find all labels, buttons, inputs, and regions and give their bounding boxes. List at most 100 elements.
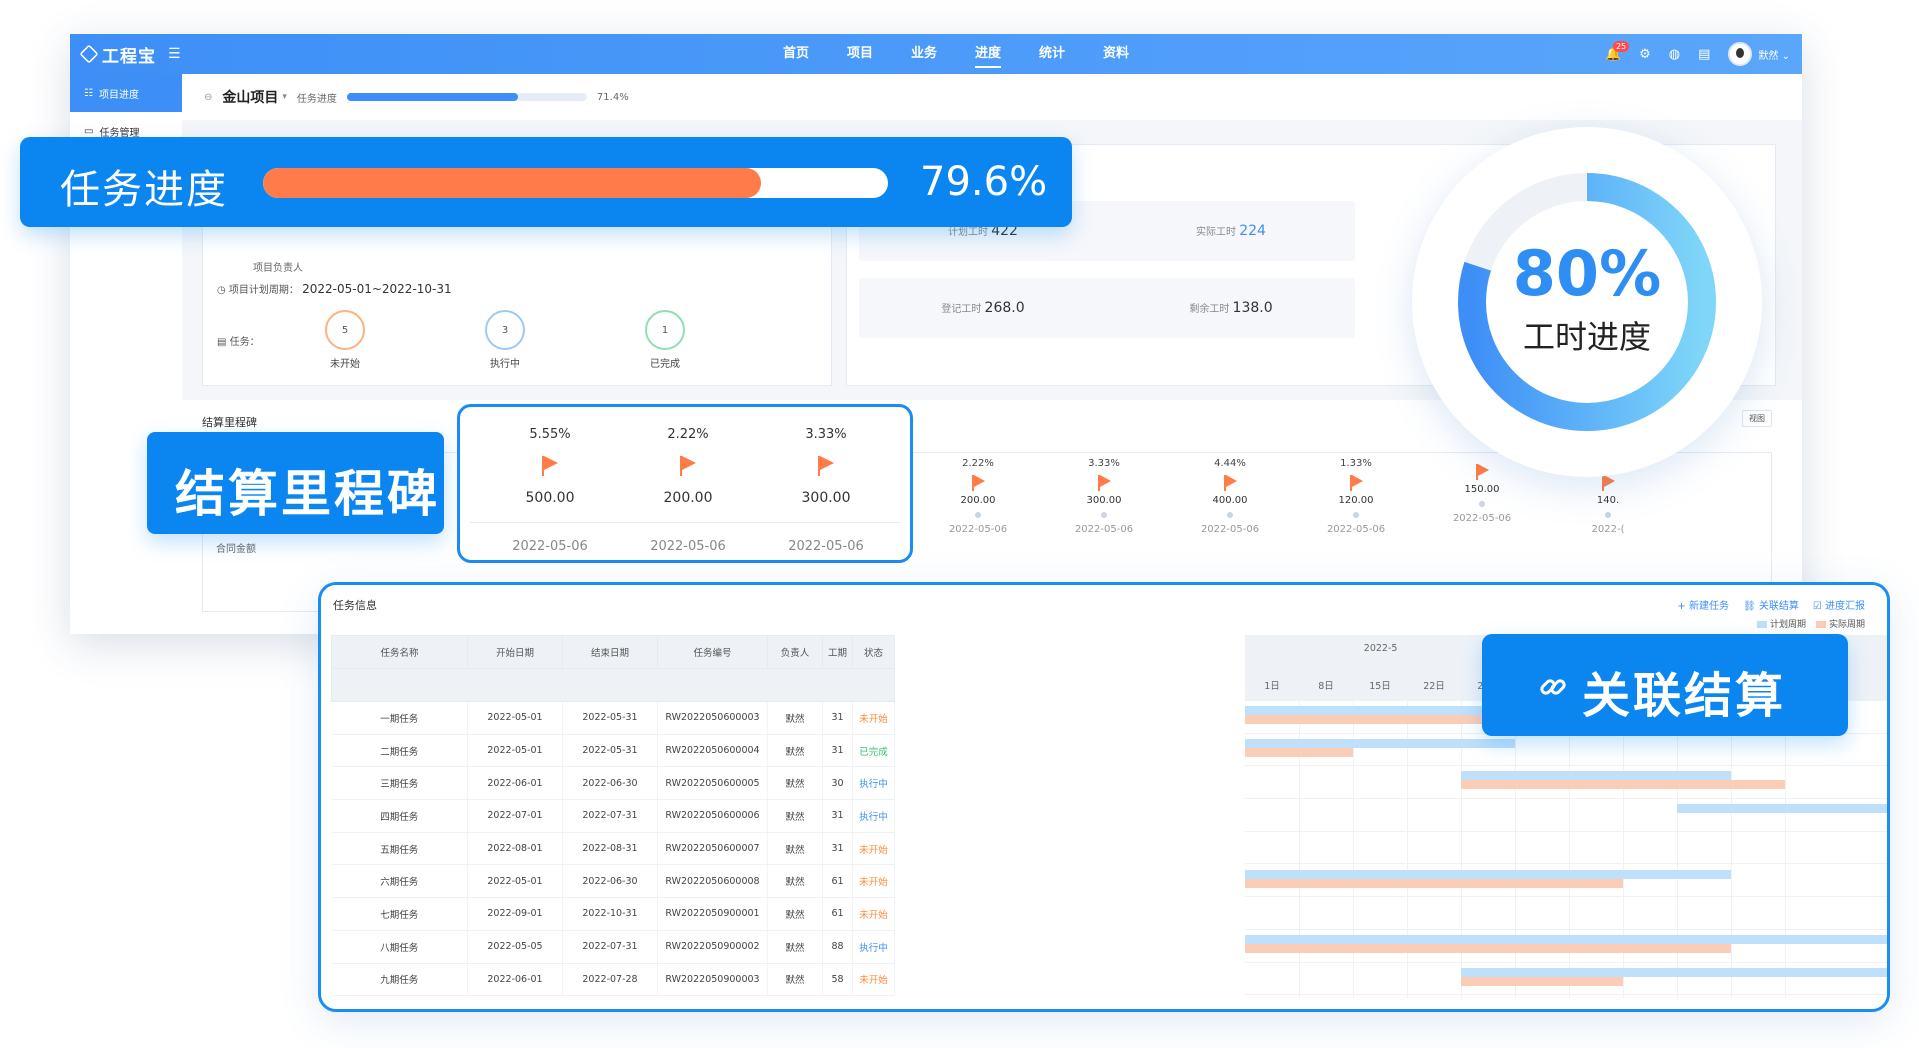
- main-nav: 首页 项目 业务 进度 统计 资料: [70, 34, 1802, 74]
- gantt-actual-bar[interactable]: [1461, 780, 1785, 790]
- project-title[interactable]: 金山项目: [222, 87, 278, 107]
- table-cell: RW2022050900001: [657, 897, 768, 931]
- nav-item-project[interactable]: 项目: [847, 34, 873, 74]
- table-cell: 2022-08-01: [467, 832, 563, 866]
- in-progress-label: 执行中: [490, 359, 520, 370]
- gantt-plan-bar[interactable]: [1677, 804, 1887, 814]
- not-started-count[interactable]: 5: [325, 310, 365, 350]
- gantt-plan-bar[interactable]: [1461, 771, 1731, 781]
- avatar[interactable]: [1728, 42, 1753, 66]
- actual-hours: 实际工时 224: [1196, 223, 1266, 239]
- gantt-plan-bar[interactable]: [1245, 738, 1515, 748]
- task-progress-bar: [346, 93, 587, 101]
- milestone-zoom-2[interactable]: 2.22% 200.00 2022-05-06: [618, 427, 758, 554]
- milestone-zoom-amount: 500.00: [525, 490, 575, 506]
- table-cell: RW2022050600003: [657, 701, 768, 735]
- table-cell: 默然: [767, 832, 823, 866]
- nav-item-home[interactable]: 首页: [783, 34, 809, 74]
- chevron-down-icon[interactable]: ▾: [282, 92, 287, 102]
- gantt-plan-bar[interactable]: [1245, 869, 1731, 879]
- table-row[interactable]: 二期任务 2022-05-01 2022-05-31 RW2022050600004 默…: [331, 734, 895, 768]
- milestone-amount: 140.: [1596, 495, 1620, 506]
- table-cell: 61: [822, 897, 853, 931]
- milestone-zoom-pct: 2.22%: [667, 427, 709, 442]
- status-badge: 执行中: [852, 930, 895, 964]
- table-cell: 2022-08-31: [562, 832, 658, 866]
- col-header-spacer: [331, 668, 895, 702]
- gantt-actual-bar[interactable]: [1461, 976, 1623, 986]
- user-name-text: 默然: [1758, 50, 1779, 62]
- table-cell: 31: [822, 701, 853, 735]
- nav-item-docs[interactable]: 资料: [1103, 34, 1129, 74]
- user-name[interactable]: 默然 ⌄: [1758, 47, 1790, 62]
- remain-hours-label: 剩余工时: [1189, 304, 1230, 315]
- table-row[interactable]: 四期任务 2022-07-01 2022-07-31 RW2022050600006 默…: [331, 799, 895, 833]
- table-cell: 58: [822, 963, 853, 997]
- link-settlement-button[interactable]: ⛓ 关联结算: [1743, 597, 1799, 612]
- nav-item-progress[interactable]: 进度: [975, 34, 1002, 74]
- message-icon[interactable]: ▤: [1698, 47, 1710, 62]
- new-task-button[interactable]: + 新建任务: [1677, 597, 1729, 612]
- table-row[interactable]: 九期任务 2022-06-01 2022-07-28 RW2022050900003 默…: [331, 963, 895, 997]
- table-row[interactable]: 五期任务 2022-08-01 2022-08-31 RW2022050600007 默…: [331, 832, 895, 866]
- table-row[interactable]: 一期任务 2022-05-01 2022-05-31 RW2022050600003 默…: [331, 701, 895, 735]
- milestone-title: 结算里程碑: [202, 416, 257, 429]
- nav-item-business[interactable]: 业务: [911, 34, 937, 74]
- table-cell: RW2022050600008: [657, 864, 768, 899]
- table-cell: 三期任务: [331, 766, 468, 801]
- sidebar-item-progress[interactable]: ☷ 项目进度: [70, 74, 182, 112]
- table-cell: 默然: [767, 766, 823, 801]
- milestone-zoom-1[interactable]: 5.55% 500.00 2022-05-06: [480, 427, 620, 554]
- gantt-plan-bar[interactable]: [1461, 967, 1887, 977]
- gantt-actual-bar[interactable]: [1245, 878, 1623, 888]
- legend-actual-label: 实际周期: [1828, 620, 1865, 630]
- table-cell: 默然: [767, 799, 823, 833]
- remain-hours: 剩余工时 138.0: [1189, 300, 1272, 316]
- table-cell: 六期任务: [331, 864, 468, 899]
- table-row[interactable]: 六期任务 2022-05-01 2022-06-30 RW2022050600008 默…: [331, 864, 895, 899]
- milestone-zoom-3[interactable]: 3.33% 300.00 2022-05-06: [756, 427, 896, 554]
- in-progress-count[interactable]: 3: [485, 310, 525, 350]
- gantt-actual-bar[interactable]: [1245, 943, 1731, 953]
- table-cell: 2022-07-28: [562, 963, 658, 997]
- link-icon: [1540, 679, 1566, 695]
- milestone-item[interactable]: 3.33% 300.00 2022-05-06: [1044, 458, 1164, 535]
- table-cell: 2022-05-01: [467, 864, 563, 899]
- progress-report-label: 进度汇报: [1825, 601, 1865, 612]
- help-icon[interactable]: ◍: [1669, 47, 1680, 62]
- milestone-item[interactable]: 2.22% 200.00 2022-05-06: [918, 458, 1038, 535]
- table-row[interactable]: 三期任务 2022-06-01 2022-06-30 RW2022050600005 默…: [331, 766, 895, 801]
- table-cell: 2022-06-01: [467, 766, 563, 801]
- status-badge: 已完成: [852, 734, 895, 768]
- gantt-plan-bar[interactable]: [1245, 706, 1515, 715]
- progress-report-button[interactable]: ☑ 进度汇报: [1813, 597, 1865, 612]
- table-cell: 二期任务: [331, 734, 468, 768]
- hours-percent: 80%: [1512, 237, 1662, 310]
- milestone-item[interactable]: 4.44% 400.00 2022-05-06: [1170, 458, 1290, 535]
- table-cell: 2022-09-01: [467, 897, 563, 931]
- table-cell: RW2022050600005: [657, 766, 768, 801]
- done-count[interactable]: 1: [645, 310, 685, 350]
- table-row[interactable]: 八期任务 2022-05-05 2022-07-31 RW2022050900002 默…: [331, 930, 895, 964]
- status-badge: 未开始: [852, 832, 895, 866]
- col-header: 任务名称: [331, 635, 468, 669]
- gear-icon[interactable]: ⚙: [1639, 47, 1651, 62]
- milestone-item[interactable]: 1.33% 120.00 2022-05-06: [1296, 458, 1416, 535]
- milestone-date: 2022-05-06: [1326, 524, 1386, 535]
- back-icon[interactable]: ⊖: [204, 92, 212, 103]
- milestone-zoom-card: 5.55% 500.00 2022-05-06 2.22% 200.00 202…: [457, 404, 913, 563]
- gantt-actual-bar[interactable]: [1245, 747, 1353, 757]
- actual-hours-value: 224: [1239, 223, 1266, 239]
- table-cell: 默然: [767, 701, 823, 735]
- milestone-date: 2022-05-06: [948, 524, 1008, 535]
- progress-callout-bar: [263, 168, 888, 198]
- table-cell: RW2022050600007: [657, 832, 768, 866]
- bell-icon[interactable]: 🔔 25: [1605, 40, 1630, 62]
- logged-hours-label: 登记工时: [941, 304, 982, 315]
- status-badge: 执行中: [852, 766, 895, 801]
- nav-item-stats[interactable]: 统计: [1039, 34, 1065, 74]
- milestone-date: 2022-(: [1591, 524, 1625, 535]
- table-row[interactable]: 七期任务 2022-09-01 2022-10-31 RW2022050900001 默…: [331, 897, 895, 931]
- gantt-plan-bar[interactable]: [1245, 934, 1887, 944]
- table-cell: 2022-06-30: [562, 766, 658, 801]
